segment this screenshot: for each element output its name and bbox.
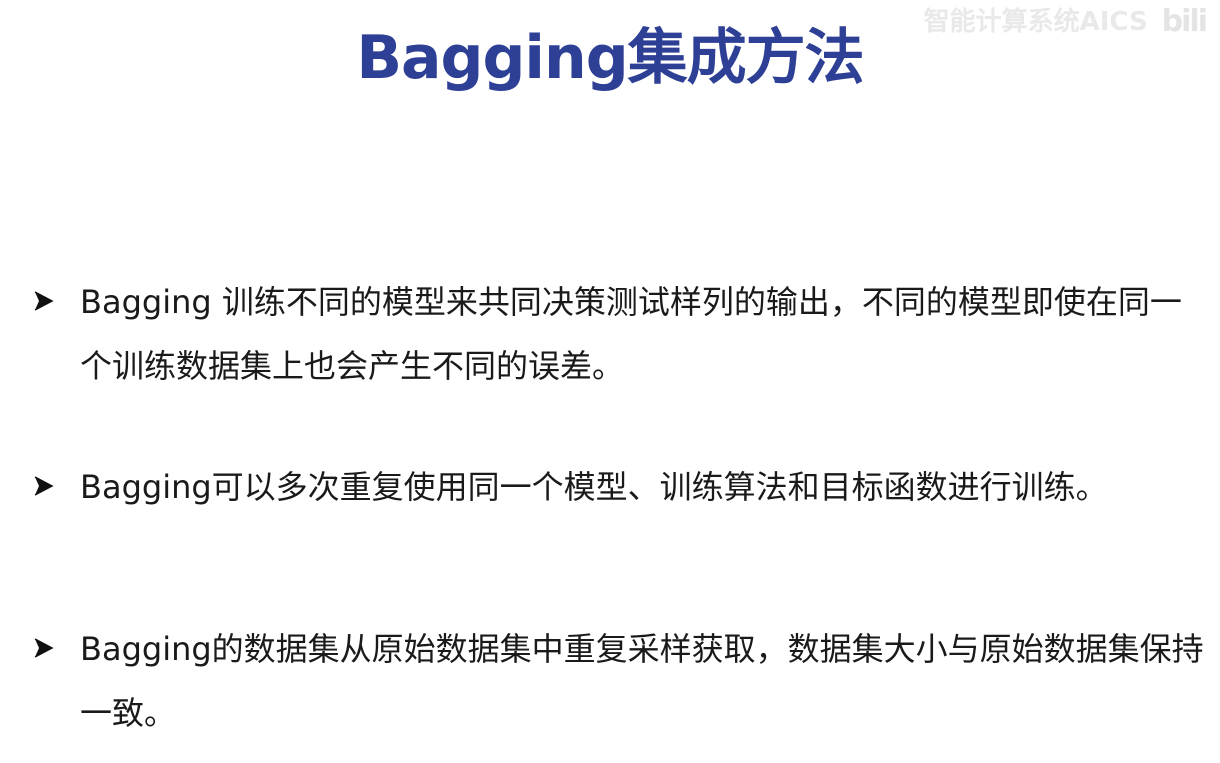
slide-title: Bagging集成方法 xyxy=(356,23,864,93)
bullet-text: Bagging的数据集从原始数据集中重复采样获取，数据集大小与原始数据集保持一致… xyxy=(80,630,1204,732)
arrow-right-icon xyxy=(32,284,80,318)
slide: 智能计算系统AICS bili Bagging集成方法 Bagging 训练不同… xyxy=(0,0,1220,763)
bullet-text: Bagging 训练不同的模型来共同决策测试样列的输出，不同的模型即使在同一个训… xyxy=(80,283,1182,385)
bullet-item: Bagging 训练不同的模型来共同决策测试样列的输出，不同的模型即使在同一个训… xyxy=(32,270,1212,398)
bullet-item: Bagging可以多次重复使用同一个模型、训练算法和目标函数进行训练。 xyxy=(32,455,1212,519)
arrow-right-icon xyxy=(32,631,80,665)
bullet-item: Bagging的数据集从原始数据集中重复采样获取，数据集大小与原始数据集保持一致… xyxy=(32,617,1212,745)
bullet-text: Bagging可以多次重复使用同一个模型、训练算法和目标函数进行训练。 xyxy=(80,468,1108,506)
arrow-right-icon xyxy=(32,469,80,503)
